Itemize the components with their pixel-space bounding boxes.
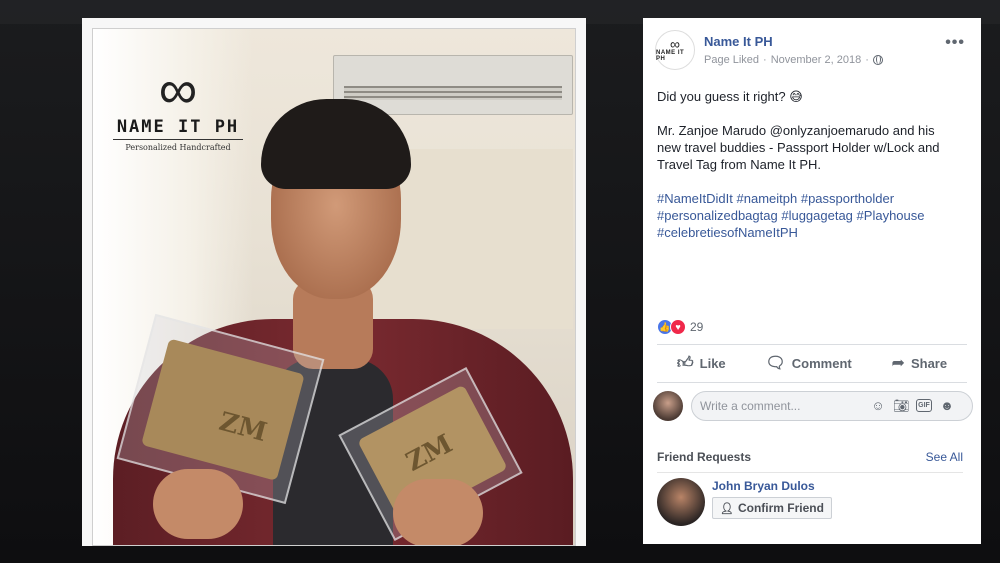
post-side-panel: ∞ NAME IT PH Name It PH Page Liked · Nov… [643, 18, 981, 544]
post-meta: Page Liked · November 2, 2018 · [704, 54, 883, 66]
emoji-icon[interactable]: ☺ [870, 398, 886, 414]
post-actions: 👍︎ Like 🗨︎ Comment ➦ Share [657, 348, 967, 378]
hashtag-link[interactable]: #nameitph [737, 191, 798, 206]
post-hashtags: #NameItDidIt #nameitph #passportholder #… [657, 190, 957, 241]
confirm-friend-label: Confirm Friend [737, 501, 824, 515]
watermark-title: NAME IT PH [112, 117, 244, 140]
thumbs-up-icon: 👍︎ [676, 354, 694, 372]
comment-bubble-icon: 🗨︎ [765, 355, 786, 372]
hashtag-link[interactable]: #NameItDidIt [657, 191, 733, 206]
friend-requests-title: Friend Requests [657, 450, 752, 464]
user-plus-icon: 👤︎ [720, 502, 734, 515]
requester-name-link[interactable]: John Bryan Dulos [712, 479, 815, 493]
reaction-summary[interactable]: 👍 ♥ 29 [657, 319, 703, 335]
share-button[interactable]: ➦ Share [892, 353, 948, 373]
hashtag-link[interactable]: #personalizedbagtag [657, 208, 778, 223]
like-button[interactable]: 👍︎ Like [677, 354, 726, 373]
infinity-logo-icon: ∞ [158, 60, 198, 120]
photo-hand-left [153, 469, 243, 539]
post-line-description: Mr. Zanjoe Marudo @onlyzanjoemarudo and … [657, 123, 940, 172]
photo-hand-right [393, 479, 483, 545]
hashtag-link[interactable]: #luggagetag [781, 208, 853, 223]
requester-avatar[interactable] [657, 478, 705, 526]
watermark-logo: ∞ NAME IT PH Personalized Handcrafted [103, 63, 253, 152]
like-label: Like [699, 355, 726, 371]
avatar-mini-title: NAME IT PH [656, 50, 685, 62]
page-avatar[interactable]: ∞ NAME IT PH [655, 30, 695, 70]
share-label: Share [910, 355, 948, 371]
passport-monogram: ZM [215, 406, 270, 449]
comment-label: Comment [791, 355, 852, 371]
comment-tools: ☺ 📷︎ GIF ☻ [870, 398, 955, 414]
tag-monogram: ZM [401, 428, 458, 478]
sticker-icon[interactable]: ☻ [939, 398, 955, 414]
post-date-link[interactable]: November 2, 2018 [771, 54, 862, 66]
love-reaction-icon: ♥ [670, 319, 686, 335]
confirm-friend-button[interactable]: 👤︎ Confirm Friend [712, 497, 832, 519]
divider [657, 344, 967, 345]
divider [657, 472, 963, 473]
share-arrow-icon: ➦ [891, 355, 905, 372]
more-options-icon[interactable]: ••• [945, 34, 965, 52]
post-header: ∞ NAME IT PH Name It PH Page Liked · Nov… [655, 30, 969, 70]
hashtag-link[interactable]: #Playhouse [857, 208, 925, 223]
page-name-link[interactable]: Name It PH [704, 34, 773, 49]
divider [657, 382, 967, 383]
meta-separator: · [865, 54, 869, 66]
watermark-subtitle: Personalized Handcrafted [125, 143, 231, 152]
camera-icon[interactable]: 📷︎ [893, 398, 910, 414]
passport-holder: ZM [141, 338, 305, 481]
viewer-avatar[interactable] [653, 391, 683, 421]
meta-separator: · [763, 54, 767, 66]
see-all-link[interactable]: See All [926, 450, 963, 464]
globe-icon[interactable] [872, 55, 883, 65]
infinity-avatar-icon: ∞ [670, 36, 680, 52]
hashtag-link[interactable]: #passportholder [801, 191, 894, 206]
comment-button[interactable]: 🗨︎ Comment [765, 353, 851, 373]
hashtag-link[interactable]: #celebretiesofNameItPH [657, 225, 798, 240]
post-line-question: Did you guess it right? 😅 [657, 89, 803, 104]
post-body: Did you guess it right? 😅 Mr. Zanjoe Mar… [657, 88, 957, 258]
post-photo: ZM ZM ∞ NAME IT PH Personalized Handcraf… [92, 28, 576, 546]
gif-icon[interactable]: GIF [916, 399, 932, 412]
reaction-count: 29 [690, 320, 704, 334]
page-liked-status: Page Liked [704, 54, 760, 66]
comment-composer: ☺ 📷︎ GIF ☻ [653, 391, 973, 421]
photo-panel[interactable]: ZM ZM ∞ NAME IT PH Personalized Handcraf… [82, 18, 586, 546]
